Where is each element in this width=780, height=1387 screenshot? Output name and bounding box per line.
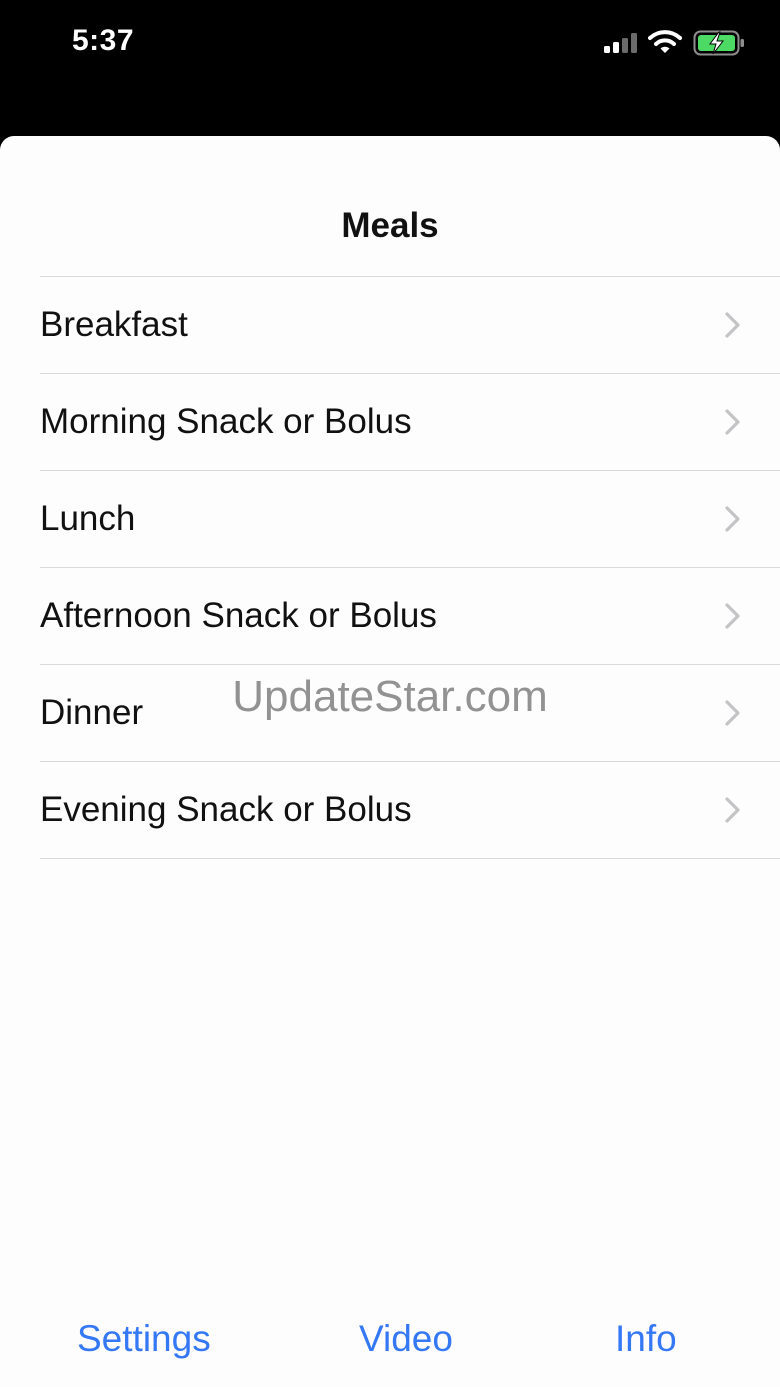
meal-row-morning-snack[interactable]: Morning Snack or Bolus	[40, 374, 780, 471]
video-button[interactable]: Video	[359, 1318, 453, 1360]
status-bar: 5:37	[0, 0, 780, 136]
chevron-right-icon	[725, 409, 740, 435]
chevron-right-icon	[725, 312, 740, 338]
info-button[interactable]: Info	[615, 1318, 677, 1360]
meal-label: Dinner	[40, 693, 144, 732]
meal-label: Morning Snack or Bolus	[40, 402, 412, 441]
meal-row-afternoon-snack[interactable]: Afternoon Snack or Bolus	[40, 568, 780, 665]
chevron-right-icon	[725, 506, 740, 532]
chevron-right-icon	[725, 797, 740, 823]
meal-row-dinner[interactable]: Dinner	[40, 665, 780, 762]
meal-label: Afternoon Snack or Bolus	[40, 596, 437, 635]
meals-sheet: Meals Breakfast Morning Snack or Bolus L…	[0, 136, 780, 1387]
meal-row-evening-snack[interactable]: Evening Snack or Bolus	[40, 762, 780, 859]
chevron-right-icon	[725, 700, 740, 726]
chevron-right-icon	[725, 603, 740, 629]
page-title: Meals	[341, 206, 439, 245]
meal-list: Breakfast Morning Snack or Bolus Lunch A…	[40, 276, 780, 859]
meal-label: Lunch	[40, 499, 136, 538]
meal-row-lunch[interactable]: Lunch	[40, 471, 780, 568]
meal-label: Evening Snack or Bolus	[40, 790, 412, 829]
meal-row-breakfast[interactable]: Breakfast	[40, 277, 780, 374]
meal-label: Breakfast	[40, 305, 188, 344]
settings-button[interactable]: Settings	[77, 1318, 211, 1360]
battery-charging-icon	[693, 30, 744, 56]
signal-icon	[604, 33, 637, 53]
status-time: 5:37	[72, 24, 135, 57]
wifi-icon	[648, 30, 682, 53]
